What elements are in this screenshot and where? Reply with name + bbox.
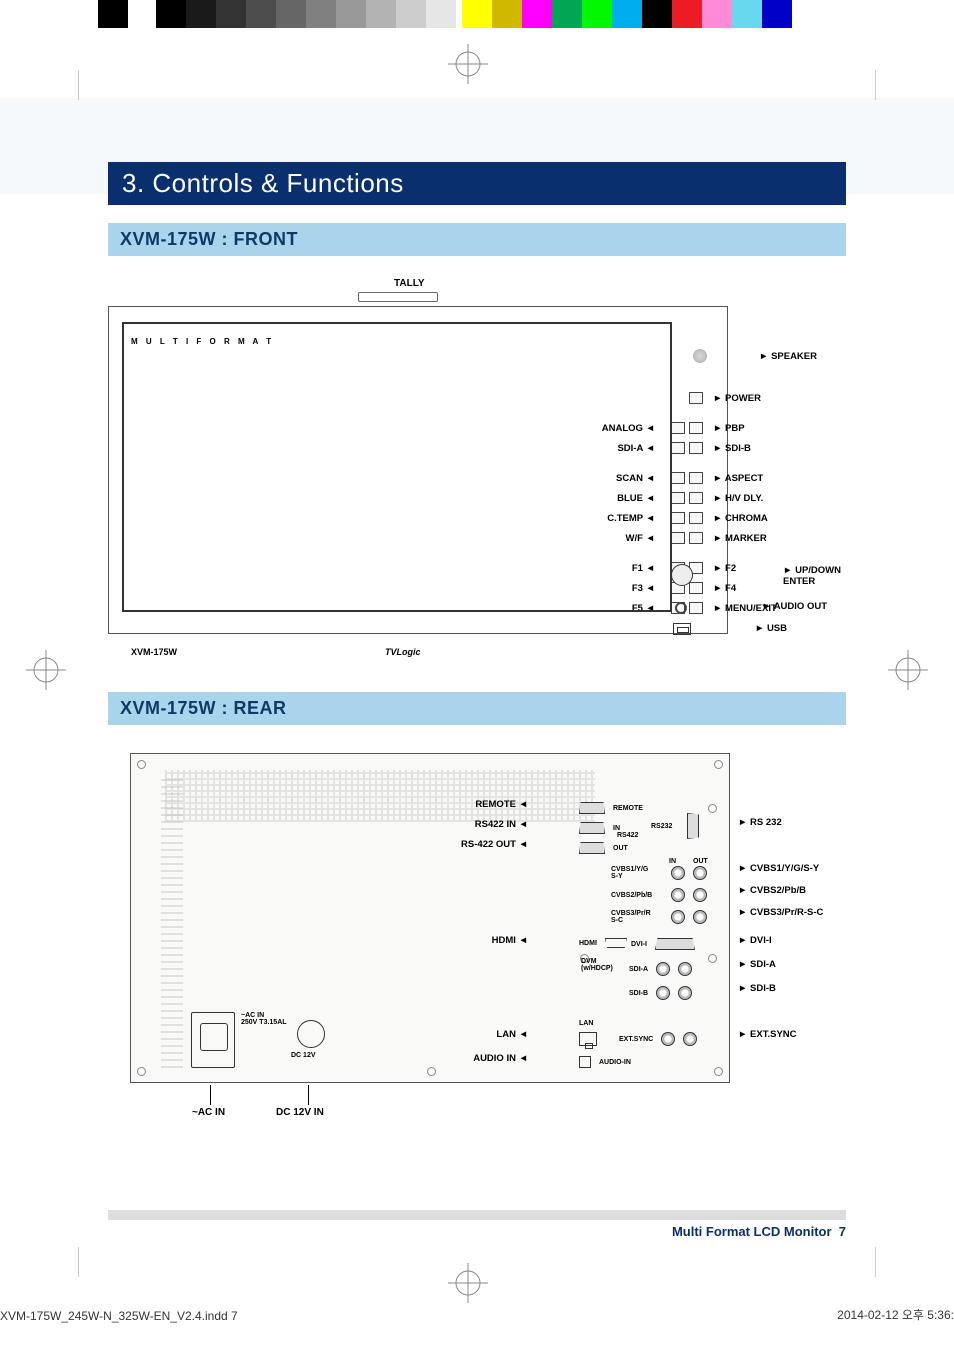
callout-remote: REMOTE ◄ — [448, 799, 528, 810]
dvi-icon — [655, 938, 695, 950]
hdmi-icon — [605, 938, 627, 948]
callout-rs422-out: RS-422 OUT ◄ — [448, 839, 528, 850]
bnc-icon — [693, 910, 707, 924]
callout-hdmi: HDMI ◄ — [448, 935, 528, 946]
ac-inlet-icon — [191, 1012, 235, 1068]
monitor-screen — [122, 322, 672, 612]
callout-f2: F2 — [725, 563, 736, 574]
bnc-icon — [683, 1032, 697, 1046]
indesign-slug: XVM-175W_245W-N_325W-EN_V2.4.indd 7 — [0, 1309, 238, 1323]
callout-audio-in: AUDIO IN ◄ — [448, 1053, 528, 1064]
dsub-rs232-icon — [687, 813, 699, 839]
callout-cvbs1: ► CVBS1/Y/G/S-Y — [738, 863, 848, 874]
registration-mark-icon — [448, 44, 488, 84]
callout-marker: MARKER — [725, 533, 767, 544]
callout-pbp: PBP — [725, 423, 745, 434]
rear-diagram: ~AC IN 250V T3.15AL DC 12V REMOTE IN RS4… — [108, 745, 846, 1095]
tally-light-icon — [358, 292, 438, 302]
bnc-icon — [656, 962, 670, 976]
timestamp: 2014-02-12 오후 5:36: — [837, 1306, 954, 1323]
callout-sdi-b: SDI-B — [725, 443, 751, 454]
vent-grill-icon — [165, 770, 595, 822]
side-vent-icon — [161, 778, 183, 1068]
content: 3. Controls & Functions XVM-175W : FRONT… — [108, 162, 846, 1095]
callout-audio-out: ► AUDIO OUT — [762, 601, 827, 612]
front-diagram: TALLY M U L T I F O R M A T XVM-175W TVL… — [108, 278, 846, 648]
bnc-icon — [678, 986, 692, 1000]
callout-chroma: CHROMA — [725, 513, 768, 524]
bnc-icon — [671, 866, 685, 880]
tally-label: TALLY — [394, 278, 425, 289]
registration-mark-icon — [448, 1263, 488, 1303]
section-title: 3. Controls & Functions — [108, 162, 846, 205]
bnc-icon — [661, 1032, 675, 1046]
callout-rear-sdi-b: ► SDI-B — [738, 983, 848, 994]
page-number: 7 — [839, 1224, 846, 1239]
callout-power: POWER — [725, 393, 761, 404]
registration-mark-icon — [888, 650, 928, 690]
bnc-icon — [671, 888, 685, 902]
callout-dc-in: DC 12V IN — [276, 1107, 324, 1118]
dc-inlet-icon — [297, 1020, 325, 1048]
audio-in-icon — [579, 1056, 591, 1068]
subhead-front: XVM-175W : FRONT — [108, 223, 846, 256]
subhead-rear: XVM-175W : REAR — [108, 692, 846, 725]
rear-panel: ~AC IN 250V T3.15AL DC 12V REMOTE IN RS4… — [130, 753, 730, 1083]
registration-mark-icon — [26, 650, 66, 690]
callout-speaker: ► SPEAKER — [759, 351, 817, 362]
callout-aspect: ASPECT — [725, 473, 764, 484]
callout-usb: ► USB — [755, 623, 787, 634]
callout-lan: LAN ◄ — [448, 1029, 528, 1040]
dsub-rs422in-icon — [579, 822, 605, 834]
brand-logo: TVLogic — [385, 647, 421, 657]
bnc-icon — [693, 866, 707, 880]
printer-color-bar — [0, 0, 954, 28]
page: 3. Controls & Functions XVM-175W : FRONT… — [0, 0, 954, 1347]
model-label: XVM-175W — [131, 647, 177, 657]
dsub-rs422out-icon — [579, 842, 605, 854]
audio-out-jack-icon — [675, 602, 687, 614]
callout-hvdly: H/V DLY. — [725, 493, 763, 504]
updown-knob-icon — [671, 564, 693, 586]
callout-updown-enter: ► UP/DOWN ENTER — [783, 565, 841, 587]
callout-rs422-in: RS422 IN ◄ — [448, 819, 528, 830]
ac-inlet-label: ~AC IN 250V T3.15AL — [241, 1012, 287, 1026]
callout-f4: F4 — [725, 583, 736, 594]
usb-port-icon — [673, 623, 691, 635]
page-footer: Multi Format LCD Monitor 7 — [108, 1210, 846, 1239]
bnc-icon — [656, 986, 670, 1000]
bnc-icon — [693, 888, 707, 902]
dsub-remote-icon — [579, 802, 605, 814]
rj45-icon — [579, 1032, 597, 1046]
callout-ac-in: ~AC IN — [192, 1107, 225, 1118]
callout-extsync: ► EXT.SYNC — [738, 1029, 848, 1040]
callout-rear-sdi-a: ► SDI-A — [738, 959, 848, 970]
callout-rs232: ► RS 232 — [738, 817, 848, 828]
callout-dvi: ► DVI-I — [738, 935, 848, 946]
footer-title: Multi Format LCD Monitor — [672, 1224, 832, 1239]
callout-cvbs2: ► CVBS2/Pb/B — [738, 885, 848, 896]
bnc-icon — [678, 962, 692, 976]
dc-inlet-label: DC 12V — [291, 1052, 316, 1059]
bnc-icon — [671, 910, 685, 924]
callout-cvbs3: ► CVBS3/Pr/R-S-C — [738, 907, 848, 918]
speaker-icon — [693, 349, 707, 363]
